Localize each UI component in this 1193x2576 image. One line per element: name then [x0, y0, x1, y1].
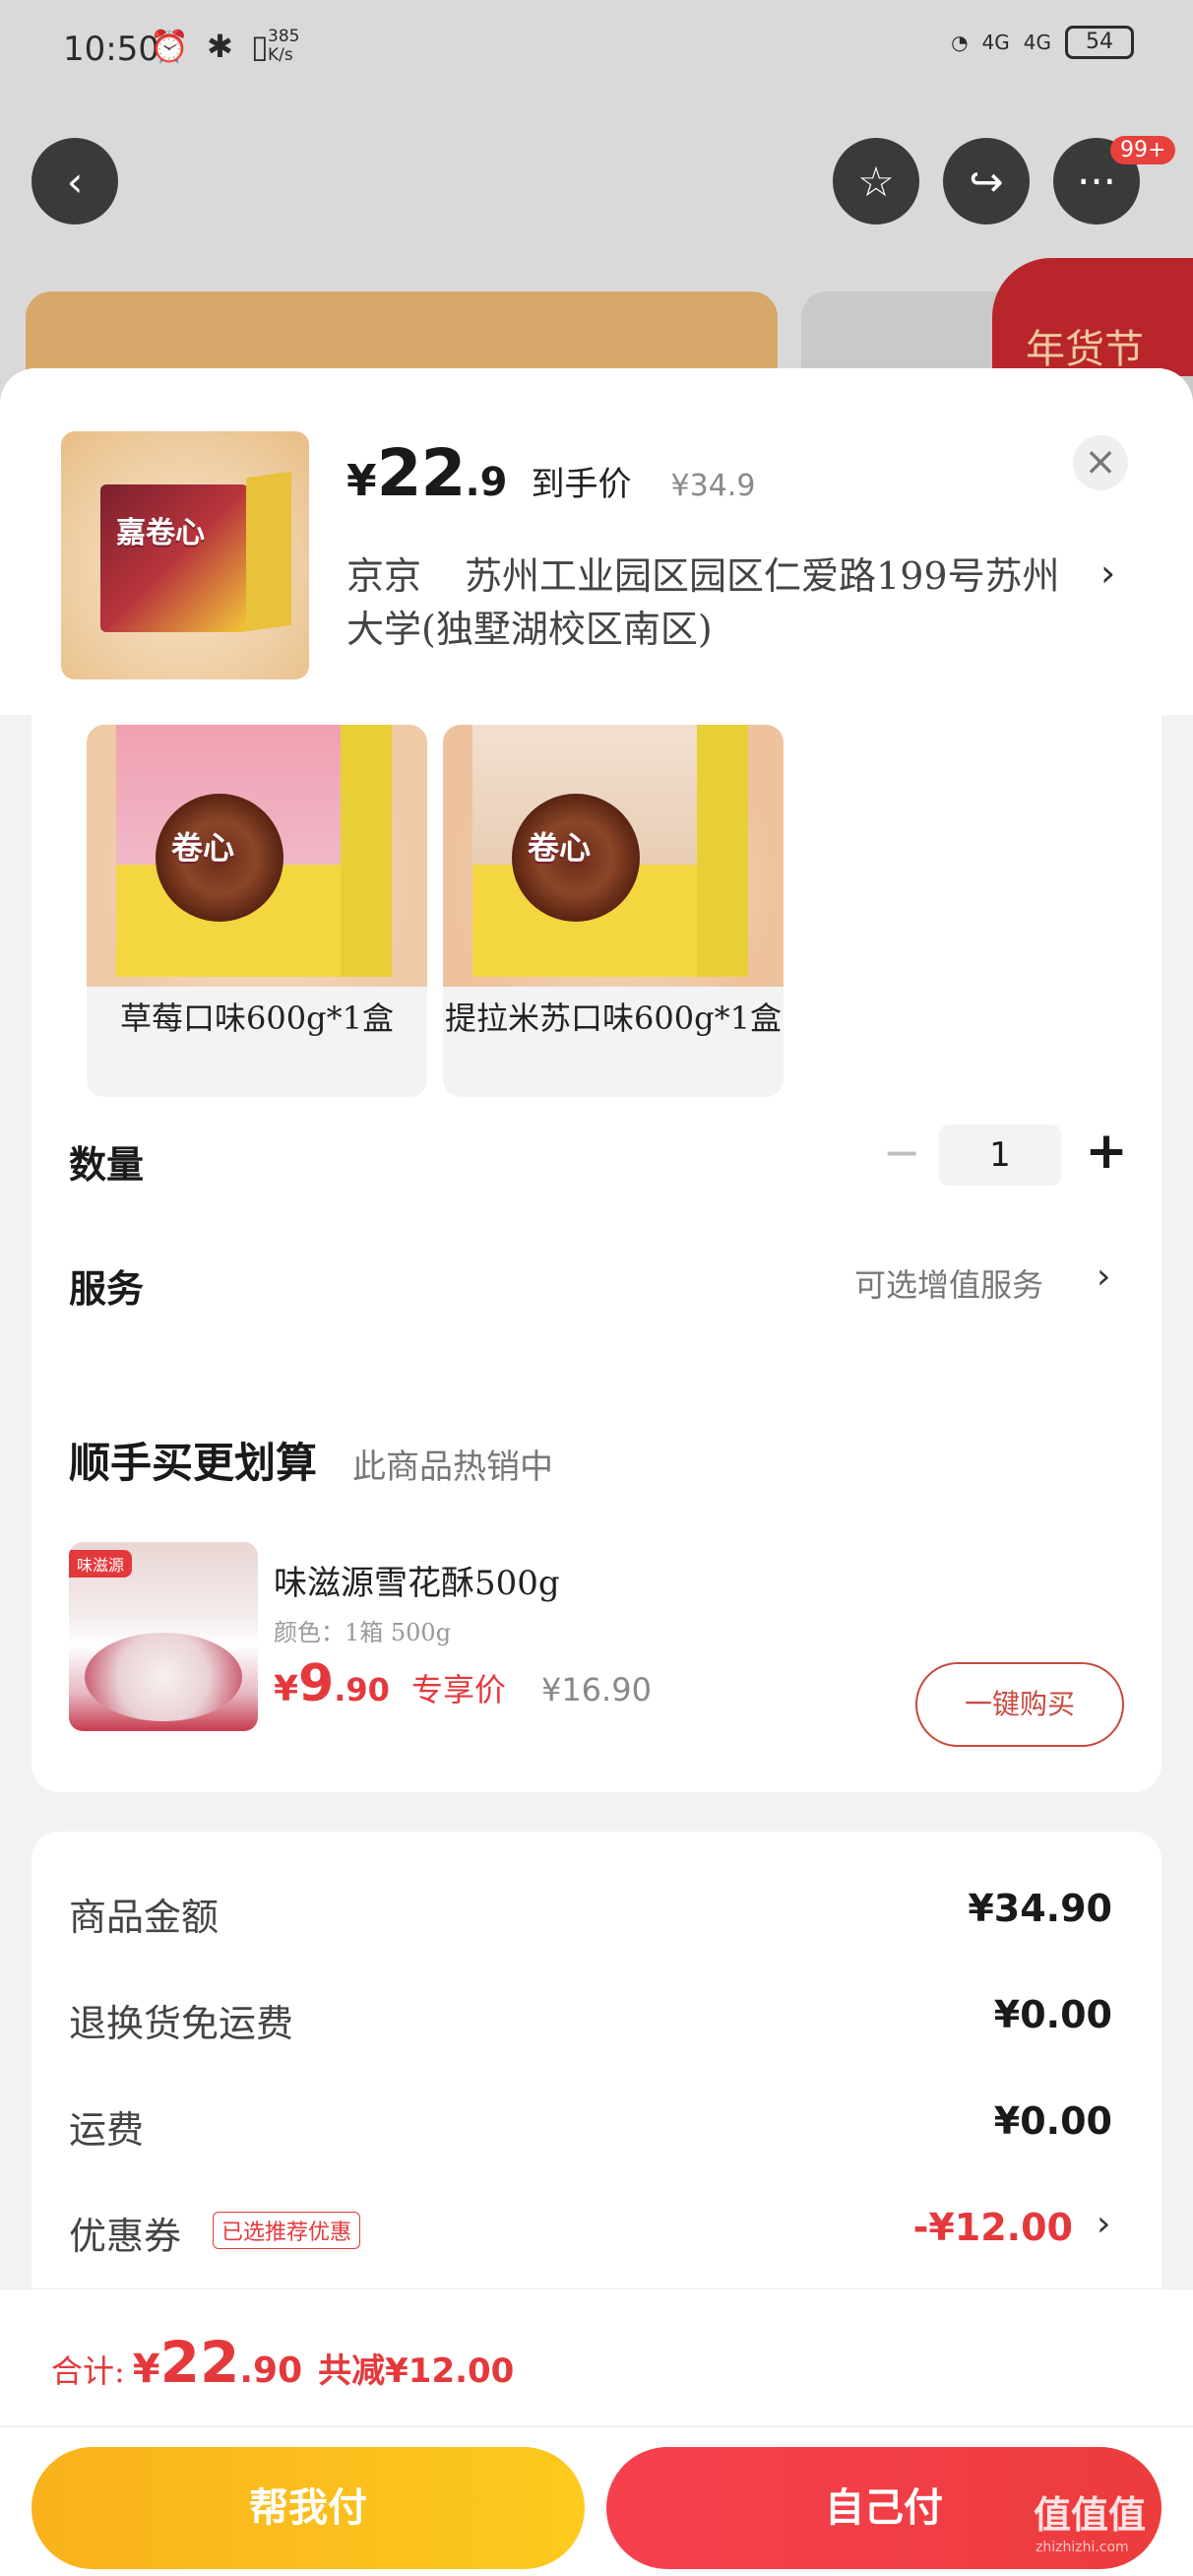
thumb-brand-text: 嘉卷心: [116, 516, 205, 550]
status-notification-icons: ⏰ ✱ ▯: [150, 28, 273, 65]
status-bar: 10:50 ⏰ ✱ ▯ 385 K/s ◔ 4G 4G 54: [0, 0, 1193, 98]
chevron-right-icon[interactable]: ›: [1100, 551, 1115, 595]
summary-value: ¥0.00: [993, 2099, 1112, 2143]
summary-label: 运费: [69, 2108, 145, 2152]
total-amount: 合计: ¥ 22 .90 共减¥12.00: [51, 2329, 514, 2396]
summary-row: 商品金额 ¥34.90: [69, 1887, 1112, 1946]
summary-row: 退换货免运费 ¥0.00: [69, 1993, 1112, 2052]
share-icon[interactable]: ↪: [943, 138, 1030, 225]
sheet-header: 嘉卷心 ¥ 22 .9 到手价 ¥34.9 × 京京 苏州工业园区园区仁爱路199…: [0, 368, 1193, 715]
price-label: 到手价: [531, 465, 632, 504]
status-right-group: ◔ 4G 4G 54: [951, 26, 1134, 59]
variant-label: 提拉米苏口味600g*1盒: [445, 999, 782, 1037]
quantity-label: 数量: [69, 1143, 145, 1187]
address-text: 苏州工业园区园区仁爱路199号苏州大学(独墅湖校区南区): [346, 554, 1060, 651]
variant-option[interactable]: 卷心 草莓口味600g*1盒: [87, 725, 427, 1097]
purchase-sheet: 卷心 草莓口味600g*1盒 卷心 提拉米苏口味600g*1盒 数量 − 1 +…: [0, 368, 1193, 2576]
variant-label: 草莓口味600g*1盒: [120, 999, 394, 1037]
wifi-icon: ◔: [951, 31, 969, 54]
variant-image: 卷心: [87, 725, 427, 987]
coupon-row[interactable]: 优惠券 已选推荐优惠 -¥12.00: [69, 2206, 1073, 2265]
chevron-right-icon[interactable]: ›: [1097, 2204, 1110, 2244]
variant-brand-text: 卷心: [171, 829, 235, 867]
addon-product-spec: 颜色：1箱 500g: [274, 1619, 452, 1646]
addon-subtitle: 此商品热销中: [352, 1448, 553, 1487]
network-speed: 385 K/s: [268, 27, 300, 65]
addon-price-label: 专享价: [410, 1671, 506, 1708]
festival-banner: 年货节: [992, 258, 1193, 376]
variant-brand-text: 卷心: [528, 829, 592, 867]
address-recipient: 京京: [346, 554, 422, 598]
quantity-minus-button[interactable]: −: [874, 1123, 929, 1186]
summary-label: 商品金额: [69, 1896, 220, 1939]
total-label: 合计:: [51, 2352, 125, 2390]
help-pay-button[interactable]: 帮我付: [31, 2447, 585, 2569]
addon-price-integer: 9: [298, 1654, 335, 1713]
close-icon[interactable]: ×: [1073, 435, 1128, 490]
product-thumbnail[interactable]: 嘉卷心: [61, 431, 309, 679]
variant-image: 卷心: [443, 725, 784, 987]
coupon-label: 优惠券: [69, 2215, 182, 2258]
addon-original-price: ¥16.90: [540, 1671, 652, 1708]
summary-value: ¥34.90: [968, 1887, 1112, 1930]
summary-row: 运费 ¥0.00: [69, 2099, 1112, 2158]
coupon-value: -¥12.00: [912, 2206, 1073, 2249]
summary-value: ¥0.00: [993, 1993, 1112, 2036]
price-decimal: .9: [465, 460, 508, 505]
final-price: ¥ 22 .9 到手价 ¥34.9: [346, 435, 755, 511]
more-badge: 99+: [1110, 136, 1176, 164]
favorite-icon[interactable]: ☆: [833, 138, 919, 225]
service-value[interactable]: 可选增值服务: [854, 1260, 1043, 1306]
delivery-address[interactable]: 京京 苏州工业园区园区仁爱路199号苏州大学(独墅湖校区南区): [346, 549, 1095, 656]
price-integer: 22: [376, 435, 467, 511]
addon-price-decimal: .90: [334, 1671, 390, 1708]
addon-product-name[interactable]: 味滋源雪花酥500g: [274, 1556, 560, 1604]
one-click-buy-button[interactable]: 一键购买: [915, 1662, 1124, 1747]
addon-brand-logo: 味滋源: [69, 1550, 133, 1578]
checkout-bar: 合计: ¥ 22 .90 共减¥12.00 帮我付 自己付 值值值 zhizhi…: [0, 2288, 1193, 2576]
addon-card: 顺手买更划算 此商品热销中 味滋源 味滋源雪花酥500g 颜色：1箱 500g …: [31, 1388, 1162, 1792]
battery-icon: 54: [1065, 26, 1134, 59]
price-symbol: ¥: [346, 456, 377, 506]
addon-title: 顺手买更划算: [69, 1439, 318, 1487]
quantity-input[interactable]: 1: [939, 1125, 1061, 1186]
total-integer: 22: [159, 2329, 240, 2396]
addon-price-symbol: ¥: [274, 1669, 299, 1709]
addon-thumbnail[interactable]: 味滋源: [69, 1542, 258, 1731]
quantity-plus-button[interactable]: +: [1079, 1121, 1134, 1184]
chevron-right-icon[interactable]: ›: [1097, 1256, 1110, 1297]
addon-price: ¥ 9 .90 专享价 ¥16.90: [274, 1654, 652, 1713]
order-summary-card: 商品金额 ¥34.90 退换货免运费 ¥0.00 运费 ¥0.00 优惠券 已选…: [31, 1832, 1162, 2324]
divider: [0, 2425, 1193, 2427]
total-symbol: ¥: [132, 2347, 160, 2392]
summary-label: 退换货免运费: [69, 2002, 294, 2045]
watermark-url: zhizhizhi.com: [1036, 2540, 1129, 2555]
original-price: ¥34.9: [670, 469, 756, 503]
total-decimal: .90: [239, 2351, 303, 2391]
back-button[interactable]: ‹: [31, 138, 118, 225]
status-time: 10:50: [63, 30, 159, 69]
total-saving: 共减¥12.00: [318, 2351, 515, 2391]
coupon-tag: 已选推荐优惠: [213, 2212, 361, 2249]
signal-4g-icon: 4G: [981, 31, 1010, 54]
signal-4g-icon-2: 4G: [1023, 31, 1051, 54]
watermark-logo: 值值值: [1034, 2493, 1147, 2537]
variant-option[interactable]: 卷心 提拉米苏口味600g*1盒: [443, 725, 784, 1097]
service-label: 服务: [69, 1267, 145, 1311]
